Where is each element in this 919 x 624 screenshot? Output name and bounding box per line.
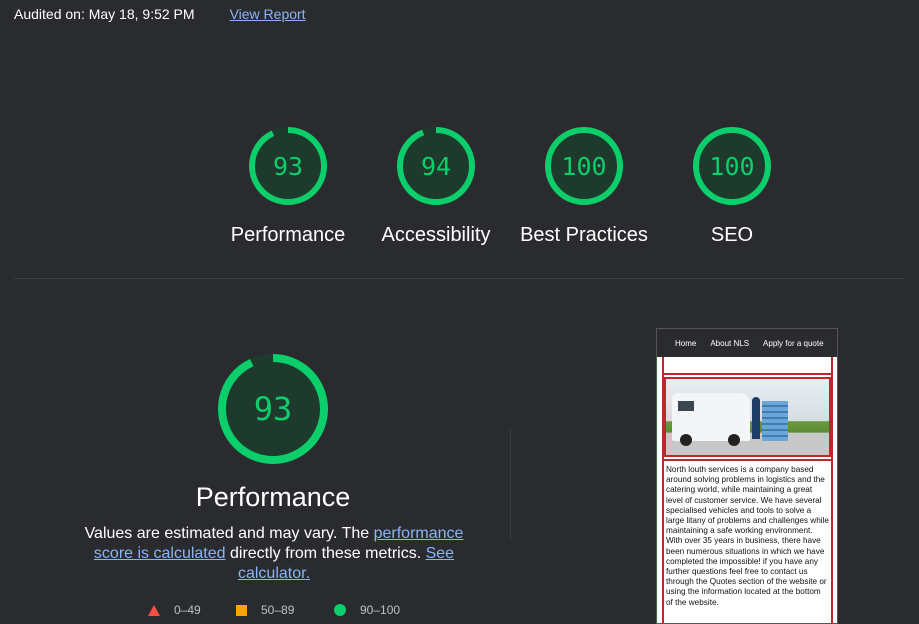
score-ring: 94: [397, 127, 475, 205]
person-image: [752, 397, 760, 439]
gauge-label: Best Practices: [520, 224, 648, 246]
score-ring: 93: [249, 127, 327, 205]
gauge-label: Accessibility: [381, 224, 491, 246]
legend-fail: 0–49: [148, 603, 236, 617]
performance-score-ring: 93: [218, 354, 328, 464]
score-ring: 100: [693, 127, 771, 205]
performance-title: Performance: [195, 482, 351, 512]
screenshot-page-frame: North louth services is a company based …: [662, 357, 833, 623]
score-value: 100: [561, 152, 606, 181]
performance-description: Values are estimated and may vary. The p…: [80, 524, 468, 584]
audited-timestamp: Audited on: May 18, 9:52 PM: [14, 6, 195, 22]
score-legend: 0–49 50–89 90–100: [148, 603, 400, 617]
circle-icon: [334, 604, 346, 616]
gauge-label: Performance: [230, 224, 346, 246]
legend-pass: 90–100: [334, 603, 400, 617]
screenshot-nav-home: Home: [675, 338, 697, 348]
section-divider: [14, 278, 905, 279]
score-value: 94: [421, 152, 451, 181]
gauge-label: SEO: [710, 224, 754, 246]
triangle-icon: [148, 604, 160, 616]
audit-header: Audited on: May 18, 9:52 PM View Report: [14, 6, 306, 22]
screenshot-hero-image: [664, 377, 831, 457]
screenshot-nav-about: About NLS: [710, 338, 750, 348]
screenshot-body-text: North louth services is a company based …: [664, 459, 831, 608]
score-ring: 100: [545, 127, 623, 205]
crates-image: [762, 401, 788, 441]
score-value: 100: [709, 152, 754, 181]
legend-average-label: 50–89: [261, 603, 295, 617]
van-image: [672, 393, 750, 446]
gauge-seo[interactable]: 100 SEO: [658, 126, 806, 247]
performance-gauge-large: 93: [217, 353, 329, 470]
desc-text-2: directly from these metrics.: [225, 545, 426, 562]
performance-score-value: 93: [254, 390, 293, 428]
gauge-accessibility[interactable]: 94 Accessibility: [362, 126, 510, 247]
screenshot-banner: [664, 357, 831, 375]
legend-pass-label: 90–100: [360, 603, 401, 617]
final-screenshot[interactable]: Home About NLS Apply for a quote North l…: [656, 328, 838, 624]
screenshot-nav-quote: Apply for a quote: [763, 338, 824, 348]
gauge-best-practices[interactable]: 100 Best Practices: [510, 126, 658, 247]
view-report-link[interactable]: View Report: [230, 6, 306, 22]
screenshot-nav: Home About NLS Apply for a quote: [657, 329, 837, 357]
desc-text-1: Values are estimated and may vary. The: [84, 525, 374, 542]
square-icon: [236, 604, 247, 616]
vertical-divider: [510, 430, 511, 540]
gauge-performance[interactable]: 93 Performance: [214, 126, 362, 247]
legend-fail-label: 0–49: [174, 603, 201, 617]
score-gauges: 93 Performance 94 Accessibility 100 Best…: [0, 126, 919, 256]
score-value: 93: [273, 152, 303, 181]
legend-average: 50–89: [236, 603, 334, 617]
